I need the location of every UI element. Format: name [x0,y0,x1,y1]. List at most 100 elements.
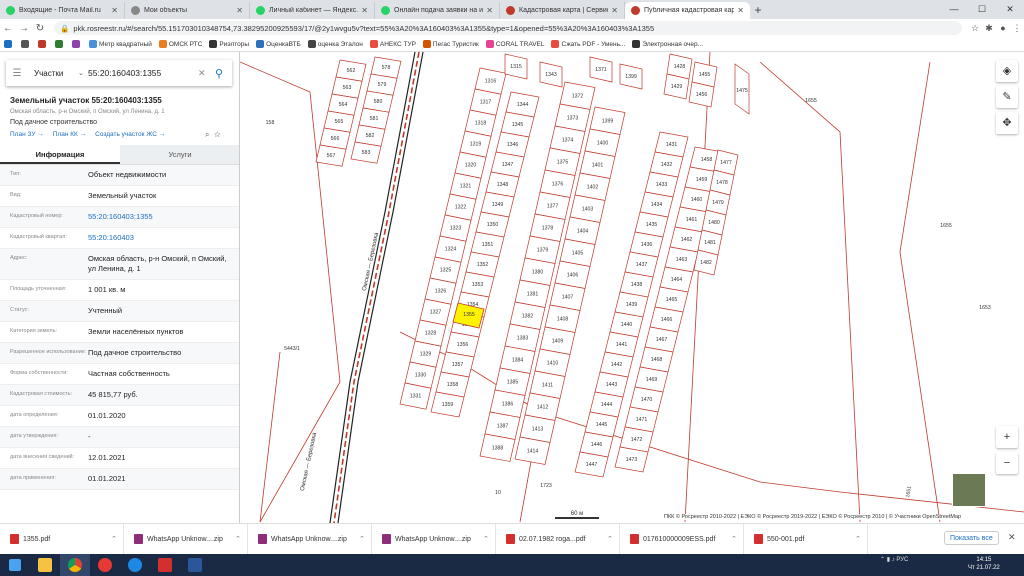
chevron-down-icon[interactable]: ⌄ [78,69,88,77]
ruler-icon[interactable]: ✎ [996,86,1018,108]
bookmark-item[interactable] [72,40,82,48]
chevron-up-icon[interactable]: ⌃ [483,535,489,543]
favorite-icon[interactable]: ☆ [214,130,221,139]
close-tab-icon[interactable]: ✕ [236,6,243,15]
extension-icon[interactable]: ✱ [982,23,996,34]
browser-tab[interactable]: Публичная кадастровая карта ✕ [625,2,750,19]
close-tab-icon[interactable]: ✕ [486,6,493,15]
chevron-up-icon[interactable]: ⌃ [731,535,737,543]
browser-tab[interactable]: Входящие - Почта Mail.ru ✕ [0,2,125,19]
forward-icon[interactable]: → [16,23,32,34]
plan-zu-link[interactable]: План ЗУ → [10,131,44,138]
tab-services[interactable]: Услуги [120,145,239,164]
maximize-icon[interactable]: ☐ [968,0,996,19]
close-tab-icon[interactable]: ✕ [361,6,368,15]
bookmark-item[interactable]: ОМСК РТС [158,40,202,48]
language-indicator[interactable]: РУС [896,557,908,563]
property-value[interactable]: 55:20:160403 [88,233,239,243]
bookmark-item[interactable] [55,40,65,48]
download-item[interactable]: WhatsApp Unknow....zip ⌃ [248,523,372,555]
download-item[interactable]: WhatsApp Unknow....zip ⌃ [124,523,248,555]
chevron-up-icon[interactable]: ⌃ [235,535,241,543]
star-icon[interactable]: ☆ [968,23,982,34]
parcel-number: 1437 [636,262,648,268]
browser-tab[interactable]: Мои объекты ✕ [125,2,250,19]
plan-kk-link[interactable]: План КК → [53,131,86,138]
bookmark-item[interactable]: Пегас Туристик [422,40,479,48]
bookmark-item[interactable]: оценка Эталон [307,40,363,48]
tab-info[interactable]: Информация [0,145,120,164]
bookmark-item[interactable]: Метр квадратный [89,40,152,48]
acrobat-icon[interactable] [150,554,180,576]
zoom-in-button[interactable]: + [996,426,1018,448]
close-tab-icon[interactable]: ✕ [611,6,618,15]
close-tab-icon[interactable]: ✕ [737,6,744,15]
locate-icon[interactable]: ✥ [996,112,1018,134]
bookmark-item[interactable]: Сжать PDF - Умень... [551,40,625,48]
parcel-number: 1381 [527,291,539,297]
back-icon[interactable]: ← [0,23,16,34]
property-label: Тип: [10,171,21,177]
download-item[interactable]: 1355.pdf ⌃ [0,523,124,555]
chevron-up-icon[interactable]: ⌃ [359,535,365,543]
parcel-number: 1409 [552,338,564,344]
edge-icon[interactable] [120,554,150,576]
bookmark-item[interactable]: Электронная очер... [632,40,703,48]
file-explorer-icon[interactable] [30,554,60,576]
menu-icon[interactable]: ☰ [6,68,28,79]
chevron-up-icon[interactable]: ⌃ [607,535,613,543]
bookmark-item[interactable]: АНЕКС ТУР [369,40,416,48]
bookmark-item[interactable] [4,40,14,48]
download-item[interactable]: 02.07.1982 roga...pdf ⌃ [496,523,620,555]
chevron-up-icon[interactable]: ⌃ [111,535,117,543]
more-menu-icon[interactable]: ⋮ [1010,23,1024,34]
zoom-out-button[interactable]: − [996,452,1018,474]
yandex-browser-icon[interactable] [90,554,120,576]
search-input[interactable] [88,68,198,78]
parcel-number: 1317 [480,100,492,106]
close-downloads-icon[interactable]: ✕ [1008,532,1016,543]
volume-icon[interactable]: ♪ [892,557,895,563]
browser-tab[interactable]: Кадастровая карта | Сервис Ка✕ [500,2,625,19]
search-icon[interactable]: ⚲ [210,67,228,80]
network-icon[interactable]: ▮ [887,556,890,563]
clock[interactable]: 14:15 Чт 21.07.22 [968,556,1000,572]
chrome-icon[interactable] [60,554,90,576]
new-tab-button[interactable]: + [750,2,766,19]
tray-arrow-icon[interactable]: ⌃ [880,556,885,563]
layers-icon[interactable]: ◈ [996,60,1018,82]
create-parcel-link[interactable]: Создать участок ЖС → [95,131,165,138]
chevron-up-icon[interactable]: ⌃ [855,535,861,543]
start-button[interactable] [0,554,30,576]
search-type-select[interactable]: Участки [28,69,78,78]
bookmark-item[interactable]: ОценкаВТБ [256,40,301,48]
word-icon[interactable] [180,554,210,576]
bookmark-item[interactable] [38,40,48,48]
download-item[interactable]: 550-001.pdf ⌃ [744,523,868,555]
property-value[interactable]: 55:20:160403:1355 [88,212,239,222]
map-canvas[interactable]: Омская — БерезовкаОмская — Березовка5625… [240,52,1024,523]
parcel-number: 1385 [507,379,519,385]
zoom-to-icon[interactable]: ⌕ [205,130,209,139]
parcel-number: 1399 [625,74,637,80]
close-window-icon[interactable]: ✕ [996,0,1024,19]
browser-tab[interactable]: Онлайн подача заявки на ипот✕ [375,2,500,19]
bookmark-item[interactable]: CORAL TRAVEL [485,40,544,48]
download-item[interactable]: WhatsApp Unknow....zip ⌃ [372,523,496,555]
basemap-switcher[interactable] [952,473,986,507]
download-item[interactable]: 017610000009ESS.pdf ⌃ [620,523,744,555]
parcel-number: 10 [495,490,501,496]
bookmark-item[interactable]: Риэлторы [209,40,249,48]
browser-tab[interactable]: Личный кабинет — Яндекс.Неду✕ [250,2,375,19]
bookmark-item[interactable] [21,40,31,48]
reload-icon[interactable]: ↻ [32,23,48,34]
url-field[interactable]: 🔒 pkk.rosreestr.ru/#/search/55.1517030103… [54,21,962,35]
map-view[interactable]: Омская — Березовка Омская — Березовка 562 5… [240,52,1024,523]
show-all-downloads-button[interactable]: Показать все [944,531,999,545]
tab-title: Входящие - Почта Mail.ru [19,7,101,14]
minimize-icon[interactable]: — [940,0,968,19]
download-filename: 02.07.1982 roga...pdf [519,535,586,543]
profile-avatar[interactable]: ● [996,23,1010,33]
close-tab-icon[interactable]: ✕ [111,6,118,15]
clear-icon[interactable]: ✕ [198,68,210,79]
